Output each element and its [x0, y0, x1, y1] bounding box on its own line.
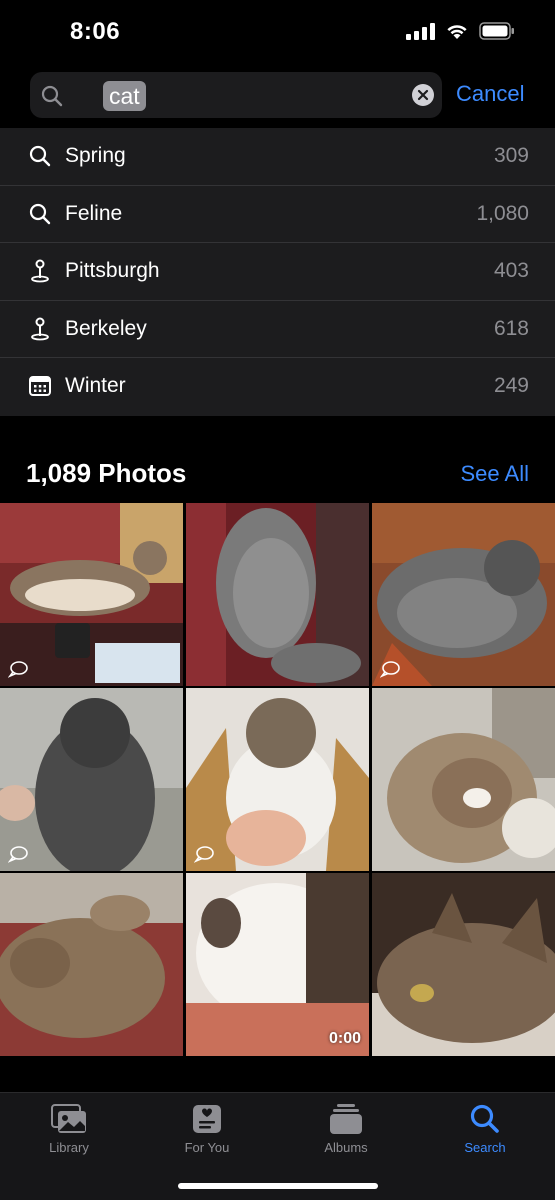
- tab-label: Library: [49, 1140, 89, 1155]
- photo-thumbnail[interactable]: [0, 688, 183, 871]
- photo-thumbnail[interactable]: [186, 503, 369, 686]
- cat-photo: [372, 873, 555, 1056]
- cancel-button[interactable]: Cancel: [456, 81, 524, 107]
- video-duration: 0:00: [328, 1030, 361, 1047]
- search-suggestions-list: Spring 309 Feline 1,080 Pittsburgh 403 B…: [0, 128, 555, 416]
- for-you-icon: [193, 1105, 221, 1133]
- tab-label: For You: [184, 1140, 230, 1155]
- photo-thumbnail[interactable]: [372, 873, 555, 1056]
- suggestion-row-berkeley[interactable]: Berkeley 618: [0, 301, 555, 358]
- suggestion-count: 618: [493, 316, 529, 340]
- photo-thumbnail[interactable]: [186, 688, 369, 871]
- suggestion-count: 249: [493, 374, 529, 397]
- cat-photo: [186, 873, 369, 1056]
- suggestion-row-spring[interactable]: Spring 309: [0, 128, 555, 186]
- rabbit-photo: [372, 688, 555, 871]
- photo-grid: 0:00: [0, 503, 555, 1056]
- suggestion-count: 309: [493, 144, 529, 167]
- search-query-token[interactable]: cat: [103, 81, 146, 111]
- suggestion-label: Winter: [65, 374, 126, 397]
- suggestion-count: 403: [493, 259, 529, 282]
- status-time: 8:06: [70, 18, 121, 45]
- photo-library-icon: [51, 1104, 86, 1133]
- photo-thumbnail[interactable]: [372, 688, 555, 871]
- calendar-icon: [29, 376, 51, 396]
- search-input[interactable]: cat: [30, 72, 442, 118]
- wifi-icon: [447, 25, 467, 39]
- tab-albums[interactable]: Albums: [286, 1099, 406, 1163]
- tab-label: Albums: [324, 1140, 368, 1155]
- cellular-signal-icon: [406, 22, 435, 40]
- photos-section-title: 1,089 Photos: [26, 458, 187, 488]
- tab-library[interactable]: Library: [9, 1099, 129, 1163]
- search-row: cat Cancel: [0, 64, 555, 128]
- suggestion-row-pittsburgh[interactable]: Pittsburgh 403: [0, 243, 555, 301]
- albums-icon: [330, 1104, 362, 1134]
- photo-thumbnail[interactable]: [0, 503, 183, 686]
- status-icons: [406, 22, 515, 40]
- photo-thumbnail[interactable]: [0, 873, 183, 1056]
- video-thumbnail[interactable]: 0:00: [186, 873, 369, 1056]
- tab-bar: Library For You Albums Search: [0, 1092, 555, 1200]
- clear-search-icon[interactable]: [412, 84, 434, 106]
- tab-label: Search: [464, 1140, 506, 1155]
- comment-bubble-icon: [8, 846, 28, 863]
- search-icon: [470, 1104, 499, 1133]
- rabbit-photo: [0, 873, 183, 1056]
- cat-photo: [186, 503, 369, 686]
- suggestion-row-feline[interactable]: Feline 1,080: [0, 186, 555, 243]
- location-pin-icon: [31, 259, 49, 283]
- tab-for-you[interactable]: For You: [147, 1099, 267, 1163]
- tab-search[interactable]: Search: [425, 1099, 545, 1163]
- cat-photo: [0, 688, 183, 871]
- search-icon: [29, 203, 51, 224]
- suggestion-label: Berkeley: [65, 316, 147, 340]
- suggestion-label: Pittsburgh: [65, 259, 160, 282]
- cat-photo: [186, 688, 369, 871]
- suggestion-row-winter[interactable]: Winter 249: [0, 358, 555, 416]
- suggestion-count: 1,080: [476, 201, 529, 225]
- photo-thumbnail[interactable]: [372, 503, 555, 686]
- search-icon: [29, 145, 51, 167]
- location-pin-icon: [31, 317, 49, 340]
- suggestion-label: Spring: [65, 144, 126, 167]
- see-all-button[interactable]: See All: [461, 461, 530, 487]
- battery-icon: [479, 22, 514, 40]
- comment-bubble-icon: [380, 661, 400, 678]
- comment-bubble-icon: [8, 661, 28, 678]
- comment-bubble-icon: [194, 846, 214, 863]
- suggestion-label: Feline: [65, 201, 123, 225]
- home-indicator[interactable]: [178, 1183, 378, 1189]
- cat-photo: [372, 503, 555, 686]
- status-bar: 8:06: [0, 0, 555, 64]
- search-icon: [41, 85, 63, 107]
- cat-photo: [0, 503, 183, 686]
